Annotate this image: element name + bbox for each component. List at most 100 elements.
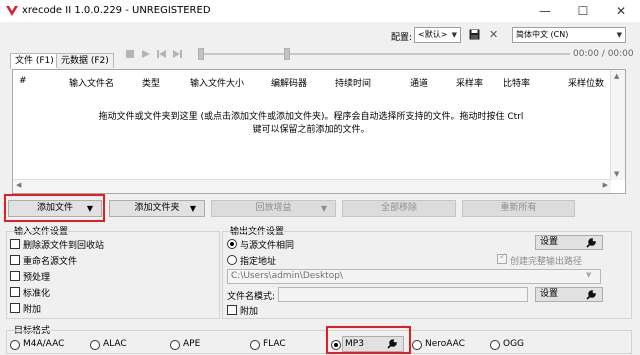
column-header[interactable]: 采样位数	[568, 76, 604, 89]
format-radio-ape[interactable]	[170, 340, 180, 350]
volume-thumb[interactable]	[284, 48, 290, 60]
scroll-up-icon[interactable]: ▲	[614, 72, 619, 80]
output-path-input[interactable]: C:\Users\admin\Desktop\	[227, 269, 601, 284]
input-append-label: 附加	[23, 305, 42, 315]
specified-path-label: 指定地址	[240, 257, 277, 267]
rename-source-label: 重命名源文件	[23, 257, 78, 267]
add-folder-label: 添加文件夹	[134, 203, 180, 213]
format-label-ape: APE	[183, 339, 201, 349]
same-as-source-label: 与源文件相同	[240, 241, 295, 251]
delete-source-label: 删除源文件到回收站	[23, 241, 105, 251]
column-header[interactable]: 通道	[410, 76, 428, 89]
app-logo-icon	[6, 6, 18, 16]
format-radio-alac[interactable]	[90, 340, 100, 350]
player-time: 00:00 / 00:00	[573, 49, 634, 59]
wrench-icon	[586, 290, 596, 300]
rename-all-button[interactable]: 重新所有	[462, 200, 575, 217]
format-radio-neroaac[interactable]	[412, 340, 422, 350]
column-header[interactable]: 输入文件名	[69, 76, 114, 89]
format-radio-m4a[interactable]	[10, 340, 20, 350]
horizontal-scrollbar[interactable]: ◀ ▶	[13, 179, 611, 193]
output-settings-button[interactable]: 设置	[535, 235, 603, 250]
title-bar: xrecode II 1.0.0.229 - UNREGISTERED — ☐ …	[0, 0, 640, 22]
scroll-down-icon[interactable]: ▼	[614, 170, 619, 178]
chevron-down-icon: ▼	[616, 31, 622, 39]
column-header[interactable]: 比特率	[503, 76, 530, 89]
play-icon[interactable]	[142, 50, 150, 58]
save-icon[interactable]	[469, 29, 480, 40]
wrench-icon	[387, 339, 397, 349]
player-controls	[126, 50, 186, 60]
column-header[interactable]: 输入文件大小	[190, 76, 244, 89]
format-label-mp3: MP3	[345, 339, 364, 349]
delete-config-icon[interactable]: ✕	[489, 28, 498, 41]
format-radio-ogg[interactable]	[490, 340, 500, 350]
specified-path-radio[interactable]	[227, 255, 237, 265]
stop-icon[interactable]	[126, 50, 134, 58]
output-append-label: 附加	[240, 307, 259, 317]
output-path-value: C:\Users\admin\Desktop\	[231, 271, 343, 281]
add-files-button[interactable]: 添加文件 ▼	[8, 200, 102, 217]
column-header[interactable]: #	[19, 76, 27, 86]
remove-all-button[interactable]: 全部移除	[342, 200, 456, 217]
dropdown-arrow-icon: ▼	[320, 204, 327, 213]
create-path-label: 创建完整输出路径	[510, 257, 583, 267]
format-radio-mp3[interactable]	[331, 340, 341, 350]
chevron-down-icon[interactable]: ▼	[586, 271, 591, 279]
next-icon[interactable]	[173, 50, 182, 58]
language-select-value: 简体中文 (CN)	[516, 30, 569, 39]
previous-icon[interactable]	[157, 50, 166, 58]
dropdown-arrow-icon: ▼	[189, 204, 196, 213]
normalize-checkbox[interactable]	[10, 287, 20, 297]
filename-pattern-label: 文件名模式:	[227, 292, 276, 302]
file-list[interactable]: # 输入文件名 类型 输入文件大小 编解码器 持续时间 通道 采样率 比特率 采…	[12, 69, 626, 194]
format-label-flac: FLAC	[263, 339, 286, 349]
chevron-down-icon: ▼	[451, 31, 457, 39]
target-format-group	[6, 330, 632, 354]
tab-files[interactable]: 文件 (F1)	[10, 53, 59, 69]
wrench-icon	[586, 238, 596, 248]
output-settings-label: 设置	[540, 237, 559, 247]
config-select[interactable]: <默认> ▼	[414, 27, 461, 43]
column-header[interactable]: 采样率	[456, 76, 483, 89]
normalize-label: 标准化	[23, 289, 51, 299]
add-folder-button[interactable]: 添加文件夹 ▼	[109, 200, 205, 217]
column-header[interactable]: 编解码器	[271, 76, 307, 89]
output-append-checkbox[interactable]	[227, 305, 237, 315]
drop-hint-line2: 键可以保留之前添加的文件。	[252, 125, 370, 135]
filename-settings-button[interactable]: 设置	[535, 287, 603, 302]
format-label-neroaac: NeroAAC	[425, 339, 465, 349]
same-as-source-radio[interactable]	[227, 239, 237, 249]
close-button[interactable]: ✕	[602, 0, 640, 22]
drop-hint-line1: 拖动文件或文件夹到这里 (或点击添加文件或添加文件夹)。程序会自动选择所支持的文…	[98, 112, 524, 122]
tab-metadata[interactable]: 元数据 (F2)	[56, 53, 114, 68]
checkmark-icon: ✓	[499, 252, 507, 262]
language-select[interactable]: 简体中文 (CN) ▼	[512, 27, 626, 43]
scroll-left-icon[interactable]: ◀	[16, 181, 21, 189]
filename-pattern-input[interactable]	[278, 287, 528, 302]
preprocess-label: 预处理	[23, 273, 51, 283]
vertical-scrollbar[interactable]: ▲ ▼	[610, 70, 625, 180]
column-header[interactable]: 持续时间	[335, 76, 371, 89]
column-header[interactable]: 类型	[142, 76, 160, 89]
filename-settings-label: 设置	[540, 289, 559, 299]
seek-bar[interactable]	[198, 48, 570, 60]
input-append-checkbox[interactable]	[10, 303, 20, 313]
rename-source-checkbox[interactable]	[10, 255, 20, 265]
minimize-button[interactable]: —	[526, 0, 564, 22]
maximize-button[interactable]: ☐	[564, 0, 602, 22]
replay-gain-label: 回放增益	[255, 203, 292, 213]
format-radio-flac[interactable]	[250, 340, 260, 350]
add-files-label: 添加文件	[36, 203, 73, 213]
format-label-ogg: OGG	[503, 339, 525, 349]
format-label-alac: ALAC	[103, 339, 127, 349]
replay-gain-button[interactable]: 回放增益 ▼	[211, 200, 336, 217]
preprocess-checkbox[interactable]	[10, 271, 20, 281]
mp3-settings-button[interactable]: MP3	[342, 336, 404, 352]
config-select-value: <默认>	[418, 30, 448, 39]
delete-source-checkbox[interactable]	[10, 239, 20, 249]
dropdown-arrow-icon: ▼	[86, 204, 93, 213]
scroll-right-icon[interactable]: ▶	[603, 181, 608, 189]
seek-thumb[interactable]	[198, 48, 204, 60]
config-label: 配置:	[391, 33, 413, 43]
